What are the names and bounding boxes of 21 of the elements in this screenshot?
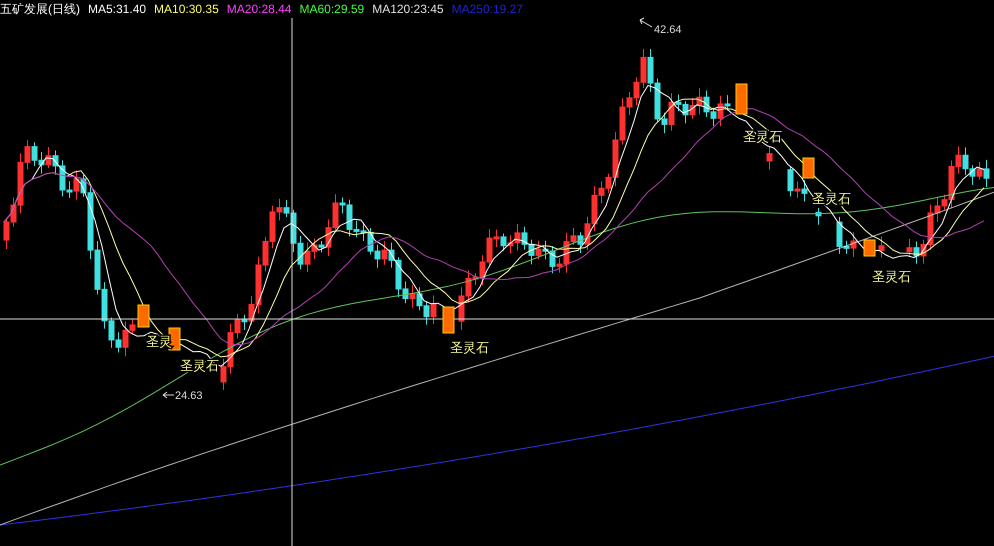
high-price-label: 42.64	[654, 24, 682, 36]
signal-marker	[802, 158, 814, 178]
chart-title: 五矿发展(日线)	[0, 2, 80, 16]
indicator-value: MA120:23:45	[372, 2, 444, 16]
signal-marker	[138, 304, 150, 328]
arrow-icon	[640, 18, 652, 28]
candlestick	[816, 208, 822, 226]
signal-marker	[736, 84, 748, 114]
indicator-value: MA5:31.40	[88, 2, 146, 16]
indicator-value: MA250:19.27	[452, 2, 523, 16]
signal-marker	[864, 240, 876, 256]
indicator-value: MA10:30.35	[154, 2, 219, 16]
signal-marker	[442, 306, 454, 334]
low-price-label: 24.63	[175, 390, 203, 402]
signal-label: 圣灵石	[872, 269, 911, 284]
arrow-icon	[162, 392, 174, 398]
candlestick	[878, 236, 884, 258]
indicator-value: MA20:28.44	[226, 2, 292, 16]
candlestick	[766, 146, 772, 170]
indicator-value: MA60:29.59	[299, 2, 364, 16]
signal-label: 圣灵石	[450, 340, 489, 355]
